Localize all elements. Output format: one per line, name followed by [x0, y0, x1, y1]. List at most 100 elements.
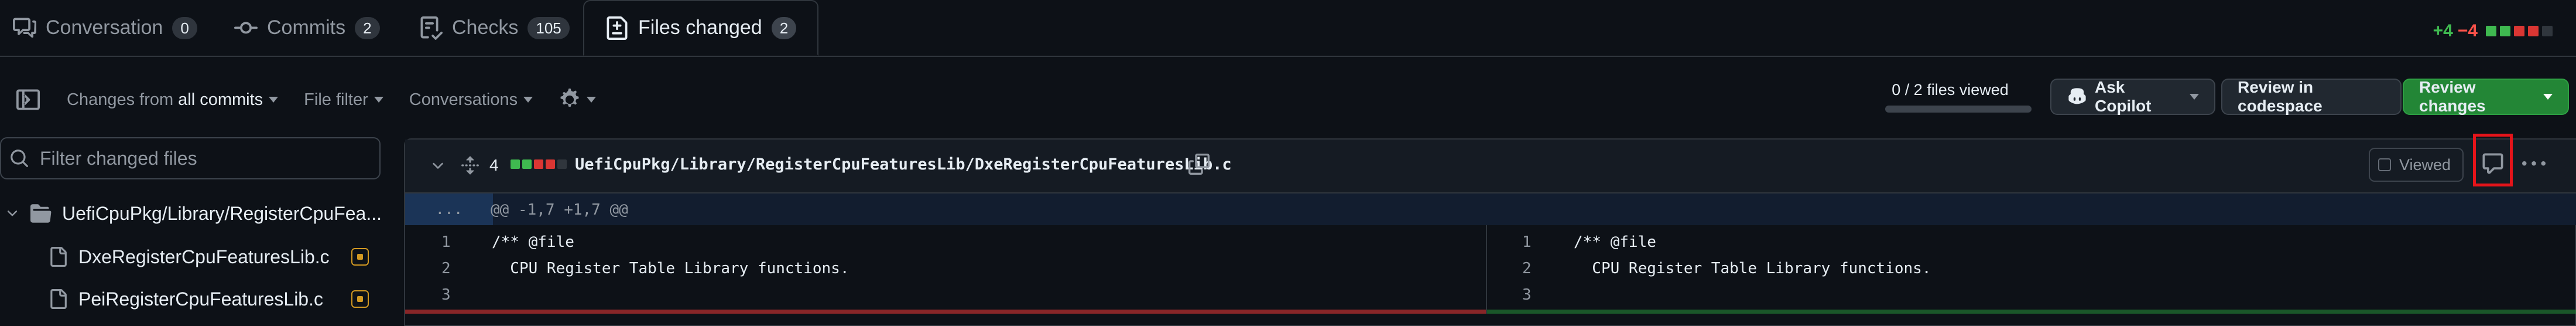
search-icon [9, 148, 29, 168]
comment-discussion-icon [13, 16, 36, 40]
filter-changed-files-input[interactable]: Filter changed files [0, 137, 381, 179]
diffstat-square [2528, 26, 2539, 36]
file-filter-dropdown[interactable]: File filter [304, 90, 383, 110]
split-divider [1486, 225, 1487, 314]
hunk-header-row [405, 193, 2576, 225]
diffstat-square [2514, 26, 2524, 36]
changes-from-value: all commits [178, 90, 263, 109]
gear-icon [559, 89, 581, 111]
kebab-horizontal-icon[interactable] [2522, 152, 2546, 176]
viewed-checkbox[interactable]: Viewed [2369, 148, 2464, 182]
changes-from-label: Changes from [67, 90, 174, 109]
addition-row-edge [1487, 310, 2576, 314]
tab-commits-count: 2 [355, 16, 380, 39]
additions-count: +4 [2433, 21, 2453, 40]
tab-checks[interactable]: Checks 105 [419, 0, 570, 56]
modified-dot [357, 254, 363, 260]
hunk-header: @@ -1,7 +1,7 @@ [491, 201, 628, 219]
tab-checks-count: 105 [527, 16, 570, 39]
diffstat-square [522, 159, 532, 169]
file-modified-icon [351, 248, 369, 266]
diffstat: +4 −4 [2433, 21, 2553, 41]
file-path[interactable]: UefiCpuPkg/Library/RegisterCpuFeaturesLi… [575, 155, 1232, 174]
chevron-down-icon [587, 97, 597, 103]
chevron-down-icon [2543, 94, 2553, 100]
collapse-chevron-icon[interactable] [430, 158, 446, 174]
file-icon [48, 289, 68, 309]
chevron-down-icon [523, 97, 533, 103]
code-line: CPU Register Table Library functions. [1574, 260, 1931, 277]
tab-checks-label: Checks [452, 16, 519, 39]
tab-files-changed[interactable]: Files changed 2 [583, 0, 819, 56]
diffstat-square [2486, 26, 2496, 36]
line-number[interactable]: 1 [441, 233, 451, 251]
folder-icon [30, 203, 52, 224]
diffstat-square [511, 159, 520, 169]
copy-icon[interactable] [1188, 154, 1210, 175]
tree-file-item[interactable]: PeiRegisterCpuFeaturesLib.c [0, 280, 323, 318]
commit-icon [234, 16, 258, 40]
expand-all-icon[interactable] [460, 154, 480, 177]
tree-folder[interactable]: UefiCpuPkg/Library/RegisterCpuFea... [0, 195, 382, 232]
tab-commits-label: Commits [267, 16, 346, 39]
tree-folder-label: UefiCpuPkg/Library/RegisterCpuFea... [62, 202, 382, 224]
diffstat-square [546, 159, 555, 169]
tab-bar: Conversation 0 Commits 2 Checks 105 File… [0, 0, 2576, 57]
files-viewed-progress [1885, 106, 2032, 113]
tree-file-label: DxeRegisterCpuFeaturesLib.c [78, 246, 330, 267]
ask-copilot-label: Ask Copilot [2095, 78, 2152, 115]
modified-dot [357, 296, 363, 302]
checkbox-square [2378, 158, 2391, 171]
tab-conversation-count: 0 [172, 16, 197, 39]
tab-files-changed-label: Files changed [638, 16, 762, 39]
sidebar-toggle-icon[interactable] [16, 88, 40, 111]
review-changes-button[interactable]: Review changes [2403, 78, 2569, 115]
expand-hunk-button[interactable]: ... [405, 193, 493, 225]
review-changes-label: Review changes [2419, 78, 2486, 115]
deletions-count: −4 [2457, 21, 2478, 40]
comment-icon[interactable] [2481, 152, 2505, 175]
review-in-codespace-button[interactable]: Review in codespace [2221, 78, 2402, 115]
conversations-label: Conversations [409, 90, 518, 109]
review-in-codespace-label: Review in codespace [2238, 78, 2322, 115]
conversations-dropdown[interactable]: Conversations [409, 90, 533, 110]
chevron-down-icon [269, 97, 279, 103]
file-icon [48, 247, 68, 267]
file-modified-icon [351, 290, 369, 308]
tree-file-label: PeiRegisterCpuFeaturesLib.c [78, 288, 323, 310]
deletion-row-edge [405, 310, 1486, 314]
settings-dropdown[interactable] [559, 89, 597, 111]
file-diffstat-bar [508, 159, 567, 169]
tree-file-item[interactable]: DxeRegisterCpuFeaturesLib.c [0, 238, 330, 276]
file-diff-icon [605, 16, 629, 40]
checklist-icon [419, 16, 443, 40]
copilot-icon [2067, 86, 2088, 107]
file-change-count: 4 [489, 156, 499, 174]
viewed-label: Viewed [2399, 155, 2451, 174]
diffstat-square [534, 159, 543, 169]
diffstat-square [2542, 26, 2553, 36]
tab-commits[interactable]: Commits 2 [234, 0, 380, 56]
filter-placeholder: Filter changed files [40, 147, 197, 169]
line-number[interactable]: 1 [1522, 233, 1532, 251]
ask-copilot-button[interactable]: Ask Copilot [2050, 78, 2215, 115]
line-number[interactable]: 2 [441, 260, 451, 277]
line-number[interactable]: 3 [1522, 286, 1532, 304]
file-filter-label: File filter [304, 90, 368, 109]
code-line: /** @file [1574, 233, 1656, 251]
line-number[interactable]: 2 [1522, 260, 1532, 277]
tab-conversation-label: Conversation [46, 16, 163, 39]
code-line: /** @file [492, 233, 574, 251]
changes-from-dropdown[interactable]: Changes from all commits [67, 90, 279, 110]
chevron-down-icon [2190, 94, 2199, 100]
chevron-down-icon [5, 206, 20, 221]
tab-conversation[interactable]: Conversation 0 [13, 0, 197, 56]
line-number[interactable]: 3 [441, 286, 451, 304]
files-viewed-counter: 0 / 2 files viewed [1892, 81, 2009, 99]
diffstat-bar [2482, 26, 2553, 36]
chevron-down-icon [374, 97, 383, 103]
diffstat-square [557, 159, 567, 169]
tab-files-changed-count: 2 [771, 16, 797, 39]
code-line: CPU Register Table Library functions. [492, 260, 849, 277]
diffstat-square [2500, 26, 2510, 36]
